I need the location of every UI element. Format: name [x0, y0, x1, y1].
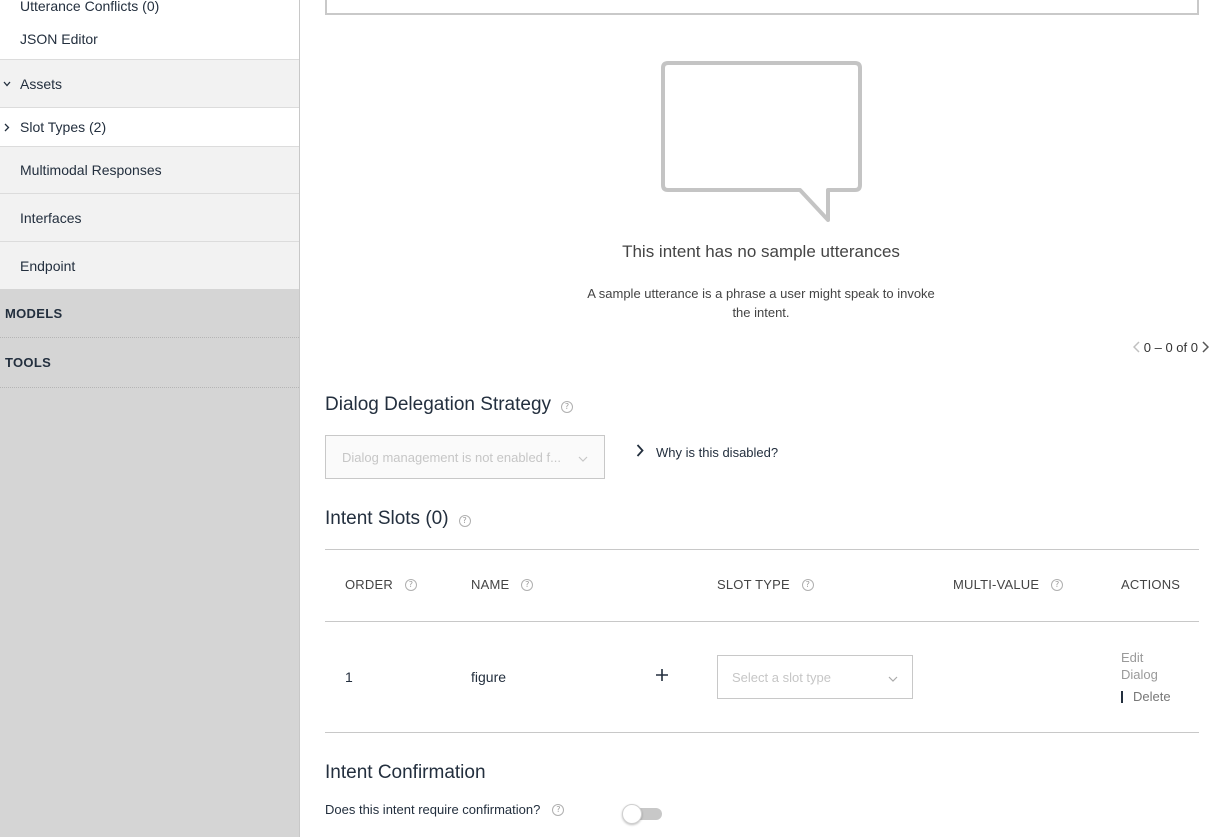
confirmation-toggle[interactable]	[622, 803, 664, 824]
intent-slots-heading: Intent Slots (0)?	[325, 508, 471, 530]
sidebar-section-label: TOOLS	[5, 355, 52, 370]
column-header-label: ACTIONS	[1121, 577, 1181, 592]
sidebar-item-endpoint[interactable]: Endpoint	[0, 242, 299, 289]
help-icon[interactable]: ?	[404, 578, 417, 591]
intent-confirmation-heading: Intent Confirmation	[325, 762, 486, 784]
sidebar-section-models[interactable]: MODELS	[0, 290, 299, 337]
toggle-knob	[622, 804, 642, 824]
help-icon[interactable]: ?	[801, 578, 814, 591]
section-title: Intent Slots (0)	[325, 508, 449, 529]
select-placeholder: Select a slot type	[732, 669, 831, 685]
column-header-actions: ACTIONS	[1121, 577, 1180, 592]
chevron-right-icon	[636, 444, 644, 460]
slot-order: 1	[345, 669, 353, 685]
chevron-down-icon	[888, 670, 898, 685]
sidebar-item-json-editor[interactable]: JSON Editor	[0, 18, 299, 59]
slot-type-select[interactable]: Select a slot type	[717, 655, 913, 699]
sidebar-item-label: Multimodal Responses	[20, 162, 162, 178]
why-disabled-label: Why is this disabled?	[656, 444, 779, 460]
chevron-right-icon[interactable]	[1200, 339, 1210, 355]
sidebar-section-label: MODELS	[5, 306, 63, 321]
sidebar-item-label: Assets	[20, 75, 63, 92]
confirmation-question-label: Does this intent require confirmation?	[325, 802, 541, 817]
empty-state-title: This intent has no sample utterances	[622, 242, 900, 261]
table-header-border	[325, 621, 1199, 622]
sidebar-item-label: Interfaces	[20, 209, 82, 226]
sidebar-item-slot-types[interactable]: Slot Types (2)	[0, 108, 299, 146]
column-header-multi-value: MULTI-VALUE ?	[953, 577, 1064, 592]
section-title: Intent Confirmation	[325, 762, 486, 783]
column-header-name: NAME ?	[471, 577, 534, 592]
sidebar-item-label: Utterance Conflicts (0)	[20, 0, 160, 14]
help-icon[interactable]: ?	[1051, 578, 1064, 591]
sidebar-item-multimodal-responses[interactable]: Multimodal Responses	[0, 147, 299, 193]
confirmation-question: Does this intent require confirmation? ?	[325, 802, 565, 817]
sidebar-section-tools[interactable]: TOOLS	[0, 338, 299, 387]
dialog-delegation-heading: Dialog Delegation Strategy?	[325, 394, 574, 416]
why-disabled-link[interactable]: Why is this disabled?	[636, 444, 778, 460]
dialog-delegation-select[interactable]: Dialog management is not enabled f...	[325, 435, 605, 479]
pagination-text: 0 – 0 of 0	[1143, 339, 1198, 355]
plus-icon[interactable]	[655, 668, 669, 682]
help-icon[interactable]: ?	[561, 400, 574, 413]
sidebar-item-label: JSON Editor	[20, 30, 98, 47]
utterance-input-box[interactable]	[325, 0, 1199, 15]
sidebar-item-label: Slot Types (2)	[20, 119, 107, 135]
app-root: Utterance Conflicts (0) JSON Editor Asse…	[0, 0, 1222, 837]
action-separator	[1121, 690, 1123, 703]
delete-link[interactable]: Delete	[1133, 689, 1171, 704]
empty-state-description: A sample utterance is a phrase a user mi…	[587, 286, 935, 320]
chevron-right-icon	[2, 122, 12, 132]
main-content: This intent has no sample utterances A s…	[300, 0, 1222, 837]
sidebar: Utterance Conflicts (0) JSON Editor Asse…	[0, 0, 300, 837]
edit-dialog-link[interactable]: Edit Dialog	[1121, 649, 1171, 683]
sidebar-item-utterance-conflicts[interactable]: Utterance Conflicts (0)	[0, 0, 299, 18]
column-header-label: ORDER	[345, 577, 393, 592]
chevron-down-icon	[578, 450, 588, 465]
pagination: 0 – 0 of 0	[1132, 339, 1210, 355]
column-header-label: SLOT TYPE	[717, 577, 790, 592]
sidebar-item-label: Endpoint	[20, 257, 76, 274]
sidebar-item-assets[interactable]: Assets	[0, 60, 299, 107]
column-header-label: NAME	[471, 577, 510, 592]
sidebar-item-interfaces[interactable]: Interfaces	[0, 194, 299, 241]
slot-name[interactable]: figure	[471, 669, 506, 685]
section-title: Dialog Delegation Strategy	[325, 394, 552, 415]
select-value: Dialog management is not enabled f...	[342, 449, 561, 465]
sidebar-divider	[0, 387, 299, 388]
table-top-border	[325, 549, 1199, 550]
column-header-slot-type: SLOT TYPE ?	[717, 577, 814, 592]
column-header-label: MULTI-VALUE	[953, 577, 1040, 592]
delete-action: Delete	[1121, 689, 1171, 704]
speech-bubble-icon	[660, 60, 866, 230]
help-icon[interactable]: ?	[458, 514, 471, 527]
column-header-order: ORDER ?	[345, 577, 417, 592]
chevron-down-icon	[2, 79, 12, 89]
chevron-left-icon[interactable]	[1132, 339, 1142, 355]
table-bottom-border	[325, 732, 1199, 733]
help-icon[interactable]: ?	[521, 578, 534, 591]
help-icon[interactable]: ?	[552, 803, 565, 816]
